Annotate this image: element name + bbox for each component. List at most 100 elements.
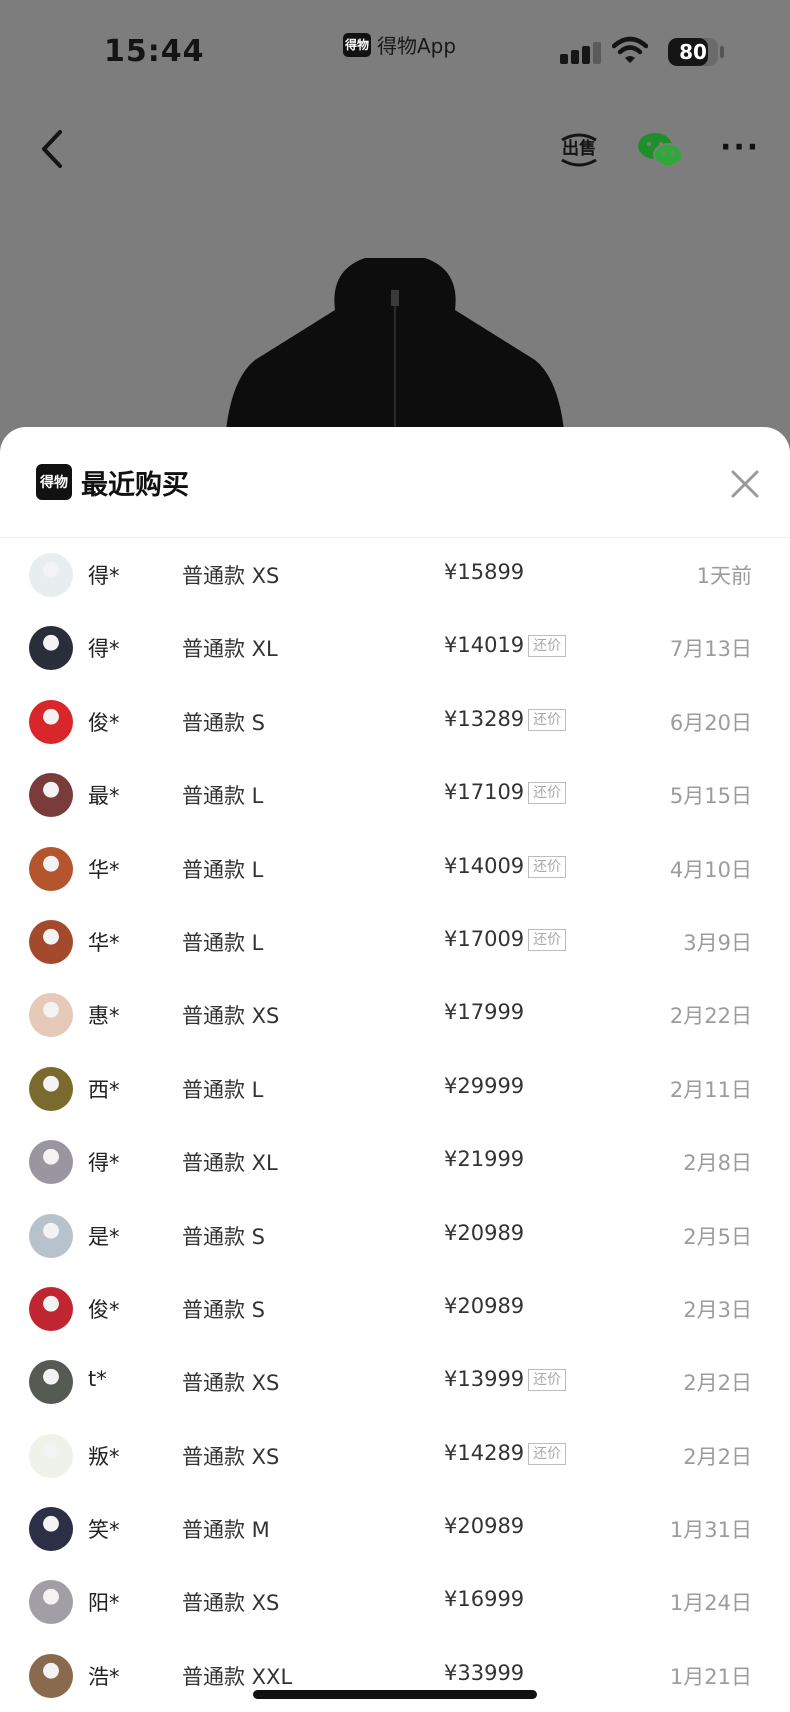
price-value: ¥20989 (444, 1220, 525, 1245)
buyer-name: 惠* (88, 1004, 120, 1029)
battery-cap (720, 46, 724, 58)
app-name: 得物App (377, 34, 457, 58)
purchase-date: 2月3日 (683, 1297, 752, 1322)
recent-purchases-sheet: 得物 最近购买 得* 普通款 XS ¥15899 1天前 得* 普通款 XL ¥14019 还… (0, 427, 790, 1712)
purchase-date: 2月5日 (683, 1224, 752, 1249)
user-avatar (29, 1360, 73, 1405)
purchase-row: 惠* 普通款 XS ¥17999 2月22日 (0, 978, 790, 1051)
user-avatar (29, 773, 73, 818)
product-variant: 普通款 XS (182, 1371, 280, 1396)
buyer-name: 最* (88, 784, 120, 809)
purchase-row: 得* 普通款 XS ¥15899 1天前 (0, 538, 790, 611)
counter-offer-tag: 还价 (528, 855, 567, 878)
purchase-date: 1天前 (696, 564, 752, 588)
buyer-name: 西* (88, 1077, 120, 1102)
purchase-row: 得* 普通款 XL ¥14019 还价 7月13日 (0, 611, 790, 684)
purchase-date: 3月9日 (683, 930, 752, 955)
counter-offer-tag: 还价 (528, 782, 567, 805)
purchase-date: 1月24日 (669, 1591, 752, 1616)
product-variant: 普通款 L (182, 784, 264, 809)
purchase-price: ¥17999 (444, 1000, 524, 1024)
purchase-date: 5月15日 (669, 784, 752, 809)
purchase-row: 笑* 普通款 M ¥20989 1月31日 (0, 1492, 790, 1565)
back-chevron-icon[interactable] (36, 124, 72, 174)
buyer-name: 华* (88, 857, 120, 882)
price-value: ¥20989 (444, 1514, 525, 1539)
purchase-row: 得* 普通款 XL ¥21999 2月8日 (0, 1125, 790, 1198)
price-value: ¥29999 (444, 1073, 525, 1098)
buyer-name: 俊* (88, 710, 120, 735)
user-avatar (29, 1140, 73, 1185)
product-variant: 普通款 XS (182, 1444, 280, 1469)
buyer-name: t* (88, 1367, 107, 1392)
more-options-icon[interactable]: ··· (720, 128, 760, 168)
purchase-price: ¥17109 还价 (444, 780, 567, 805)
product-variant: 普通款 L (182, 930, 264, 955)
purchase-date: 2月22日 (669, 1004, 752, 1029)
purchase-date: 6月20日 (669, 710, 752, 735)
purchase-list: 得* 普通款 XS ¥15899 1天前 得* 普通款 XL ¥14019 还价 7月13日 俊*… (0, 538, 790, 1712)
battery-level: 80 (679, 40, 707, 64)
app-logo: 得物 (343, 32, 371, 57)
product-variant: 普通款 S (182, 710, 266, 735)
purchase-row: 华* 普通款 L ¥14009 还价 4月10日 (0, 832, 790, 905)
buyer-name: 得* (88, 1151, 120, 1176)
purchase-row: 西* 普通款 L ¥29999 2月11日 (0, 1052, 790, 1125)
buyer-name: 俊* (88, 1297, 120, 1322)
purchase-row: 叛* 普通款 XS ¥14289 还价 2月2日 (0, 1419, 790, 1492)
product-variant: 普通款 S (182, 1224, 266, 1249)
purchase-date: 1月21日 (669, 1664, 752, 1689)
purchase-date: 1月31日 (669, 1518, 752, 1543)
status-time: 15:44 (104, 34, 205, 69)
purchase-price: ¥14009 还价 (444, 853, 567, 878)
svg-text:出售: 出售 (562, 138, 596, 159)
buyer-name: 叛* (88, 1444, 120, 1469)
user-avatar (29, 919, 73, 964)
buyer-name: 是* (88, 1224, 120, 1249)
user-avatar (29, 846, 73, 891)
price-value: ¥21999 (444, 1147, 525, 1172)
cellular-signal-icon (560, 42, 601, 64)
purchase-row: 俊* 普通款 S ¥13289 还价 6月20日 (0, 685, 790, 758)
buyer-name: 阳* (88, 1591, 120, 1616)
sheet-title: 最近购买 (81, 470, 189, 501)
purchase-price: ¥20989 (444, 1221, 524, 1245)
purchase-price: ¥21999 (444, 1147, 524, 1171)
wechat-icon[interactable] (636, 130, 684, 172)
purchase-row: 最* 普通款 L ¥17109 还价 5月15日 (0, 758, 790, 831)
purchase-row: t* 普通款 XS ¥13999 还价 2月2日 (0, 1345, 790, 1418)
purchase-date: 2月2日 (683, 1444, 752, 1469)
purchase-row: 华* 普通款 L ¥17009 还价 3月9日 (0, 905, 790, 978)
price-value: ¥14009 (444, 853, 525, 878)
wifi-icon (612, 36, 648, 63)
counter-offer-tag: 还价 (528, 708, 567, 731)
counter-offer-tag: 还价 (528, 1369, 567, 1392)
purchase-price: ¥13289 还价 (444, 707, 567, 731)
user-avatar (29, 993, 73, 1038)
product-variant: 普通款 XS (182, 564, 280, 588)
purchase-price: ¥13999 还价 (444, 1367, 567, 1392)
price-value: ¥17109 (444, 780, 525, 805)
sell-icon[interactable]: 出售 (558, 128, 600, 170)
buyer-name: 浩* (88, 1664, 120, 1689)
close-icon[interactable] (728, 467, 762, 501)
product-variant: 普通款 XS (182, 1004, 280, 1029)
purchase-date: 2月2日 (683, 1371, 752, 1396)
user-avatar (29, 1580, 73, 1625)
user-avatar (29, 626, 73, 671)
purchase-date: 7月13日 (669, 637, 752, 662)
buyer-name: 华* (88, 930, 120, 955)
counter-offer-tag: 还价 (528, 635, 567, 658)
purchase-price: ¥15899 (444, 560, 524, 584)
battery-icon: 80 (668, 38, 718, 66)
purchase-price: ¥14289 还价 (444, 1441, 567, 1465)
source-app-badge[interactable]: 得物 得物App (343, 30, 456, 59)
purchase-price: ¥20989 (444, 1514, 524, 1538)
user-avatar (29, 1213, 73, 1258)
status-bar: 15:44 得物 得物App 80 (0, 0, 790, 100)
purchase-row: 俊* 普通款 S ¥20989 2月3日 (0, 1272, 790, 1345)
home-indicator[interactable] (253, 1690, 537, 1699)
price-value: ¥13999 (444, 1367, 525, 1392)
price-value: ¥16999 (444, 1587, 525, 1612)
buyer-name: 得* (88, 637, 120, 662)
